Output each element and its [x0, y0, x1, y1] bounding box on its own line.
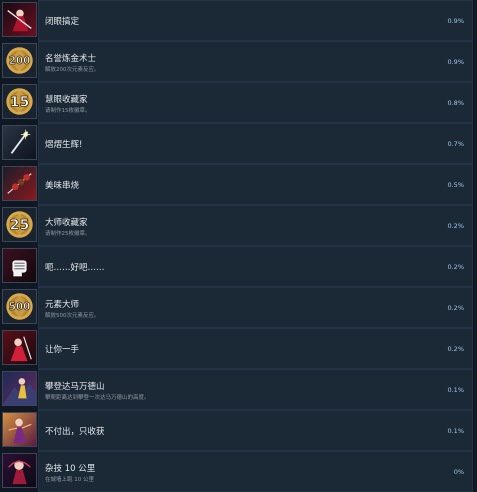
number-badge-icon: 25 — [2, 207, 37, 242]
unlock-percentage: 0.1% — [447, 386, 464, 394]
unlock-percentage: 0.1% — [447, 427, 464, 435]
unlock-percentage: 0.2% — [447, 345, 464, 353]
acrobat-icon — [2, 453, 37, 488]
achievement-row[interactable]: 500 元素大师解放500次元素反应。 0.2% — [0, 287, 477, 328]
achievement-row[interactable]: 杂技 10 公里在城墙上跑 10 公里 0% — [0, 451, 477, 492]
unlock-percentage: 0% — [453, 468, 464, 476]
achievement-row[interactable]: 熠熠生辉! 0.7% — [0, 123, 477, 164]
achievement-panel: 名誉炼金术士解放200次元素反应。 0.9% — [38, 41, 473, 82]
crimson-swordsman-icon — [2, 2, 37, 37]
achievement-row[interactable]: 200 名誉炼金术士解放200次元素反应。 0.9% — [0, 41, 477, 82]
unlock-percentage: 0.8% — [447, 99, 464, 107]
achievement-title: 熠熠生辉! — [45, 140, 83, 150]
achievement-panel: 呃……好吧…… 0.2% — [38, 246, 473, 287]
number-badge-icon: 500 — [2, 289, 37, 324]
achievement-row[interactable]: 25 大师收藏家请制作25枚徽章。 0.2% — [0, 205, 477, 246]
achievement-row[interactable]: 让你一手 0.2% — [0, 328, 477, 369]
achievement-row[interactable]: 闭眼搞定 0.9% — [0, 0, 477, 41]
skewer-icon — [2, 166, 37, 201]
achievement-panel: 闭眼搞定 0.9% — [38, 0, 473, 41]
achievement-description: 在城墙上跑 10 公里 — [45, 477, 94, 483]
achievement-row[interactable]: 15 慧眼收藏家请制作15枚徽章。 0.8% — [0, 82, 477, 123]
achievement-description: 解放200次元素反应。 — [45, 67, 100, 73]
achievement-row[interactable]: 攀登达马万德山攀爬距离达到攀登一次达马万德山的高度。 0.1% — [0, 369, 477, 410]
achievement-panel: 不付出，只收获 0.1% — [38, 410, 473, 451]
achievement-panel: 大师收藏家请制作25枚徽章。 0.2% — [38, 205, 473, 246]
achievement-panel: 美味串烧 0.5% — [38, 164, 473, 205]
number-badge-icon: 15 — [2, 84, 37, 119]
achievement-panel: 元素大师解放500次元素反应。 0.2% — [38, 287, 473, 328]
unlock-percentage: 0.9% — [447, 17, 464, 25]
achievement-panel: 让你一手 0.2% — [38, 328, 473, 369]
achievement-title: 不付出，只收获 — [45, 427, 105, 437]
achievement-row[interactable]: 呃……好吧…… 0.2% — [0, 246, 477, 287]
achievement-row[interactable]: 不付出，只收获 0.1% — [0, 410, 477, 451]
achievement-title: 大师收藏家 — [45, 218, 88, 228]
number-badge-icon: 200 — [2, 43, 37, 78]
achievement-description: 请制作15枚徽章。 — [45, 108, 91, 114]
achievement-panel: 慧眼收藏家请制作15枚徽章。 0.8% — [38, 82, 473, 123]
unlock-percentage: 0.2% — [447, 222, 464, 230]
achievement-panel: 攀登达马万德山攀爬距离达到攀登一次达马万德山的高度。 0.1% — [38, 369, 473, 410]
achievement-title: 呃……好吧…… — [45, 263, 105, 273]
achievement-title: 闭眼搞定 — [45, 17, 80, 27]
dancer-icon — [2, 412, 37, 447]
achievement-title: 慧眼收藏家 — [45, 95, 88, 105]
unlock-percentage: 0.7% — [447, 140, 464, 148]
fist-icon — [2, 248, 37, 283]
sparkling-sword-icon — [2, 125, 37, 160]
unlock-percentage: 0.5% — [447, 181, 464, 189]
mountain-climber-icon — [2, 371, 37, 406]
achievement-panel: 熠熠生辉! 0.7% — [38, 123, 473, 164]
achievement-title: 攀登达马万德山 — [45, 382, 105, 392]
achievement-title: 让你一手 — [45, 345, 80, 355]
unlock-percentage: 0.2% — [447, 263, 464, 271]
achievement-title: 名誉炼金术士 — [45, 54, 97, 64]
achievement-description: 解放500次元素反应。 — [45, 313, 100, 319]
achievement-description: 请制作25枚徽章。 — [45, 231, 91, 237]
badge-number: 25 — [10, 218, 30, 234]
achievement-title: 杂技 10 公里 — [45, 464, 96, 474]
achievement-title: 元素大师 — [45, 300, 80, 310]
achievement-description: 攀爬距离达到攀登一次达马万德山的高度。 — [45, 395, 150, 401]
crimson-warrior-icon — [2, 330, 37, 365]
unlock-percentage: 0.2% — [447, 304, 464, 312]
achievement-title: 美味串烧 — [45, 181, 80, 191]
achievement-row[interactable]: 美味串烧 0.5% — [0, 164, 477, 205]
achievement-list: 闭眼搞定 0.9% 200 名誉炼金术士解放200次元素反应。 0.9% 15 慧眼… — [0, 0, 477, 492]
badge-number: 500 — [9, 301, 31, 313]
achievement-panel: 杂技 10 公里在城墙上跑 10 公里 0% — [38, 451, 473, 492]
unlock-percentage: 0.9% — [447, 58, 464, 66]
badge-number: 15 — [10, 95, 30, 111]
badge-number: 200 — [9, 55, 31, 67]
